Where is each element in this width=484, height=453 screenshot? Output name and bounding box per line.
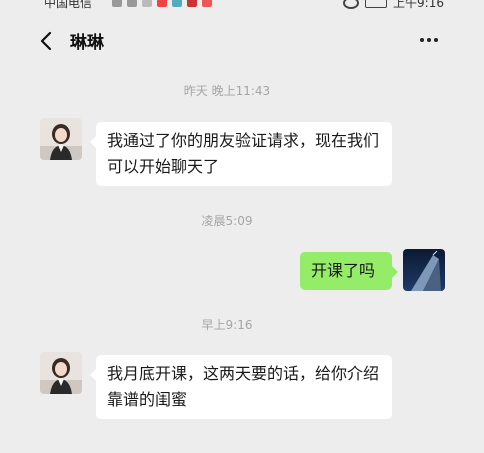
chat-header: 琳琳: [0, 10, 484, 66]
wifi-icon: [127, 0, 137, 7]
timestamp: 昨天 晚上11:43: [183, 84, 271, 98]
carrier-label: 中国电信: [44, 0, 93, 10]
status-icons: [112, 0, 212, 7]
my-avatar[interactable]: [403, 249, 445, 291]
avatar-photo-icon: [40, 118, 82, 160]
avatar[interactable]: [40, 118, 82, 160]
battery-icon: [365, 0, 388, 8]
avatar-photo-icon: [40, 352, 82, 394]
message-bubble-incoming[interactable]: 我月底开课，这两天要的话，给你介绍靠谱的闺蜜: [90, 355, 392, 419]
app-icon: [187, 0, 197, 7]
timestamp: 凌晨5:09: [201, 214, 253, 228]
app-icon: [202, 0, 212, 7]
message-bubble-outgoing[interactable]: 开课了吗: [300, 252, 398, 290]
status-bar: 中国电信 上午9:16: [0, 0, 484, 10]
signal-icon: [112, 0, 122, 7]
app-icon: [172, 0, 182, 7]
chat-title: 琳琳: [70, 33, 104, 53]
timestamp: 早上9:16: [201, 318, 253, 332]
chevron-left-icon[interactable]: [36, 30, 58, 52]
location-icon: [142, 0, 152, 7]
status-time: 上午9:16: [393, 0, 444, 10]
more-dots-icon[interactable]: [412, 28, 446, 52]
notification-icon: [157, 0, 167, 7]
status-right: 上午9:16: [343, 0, 444, 10]
eye-icon: [343, 0, 360, 9]
avatar-building-icon: [403, 249, 445, 291]
avatar[interactable]: [40, 352, 82, 394]
message-bubble-incoming[interactable]: 我通过了你的朋友验证请求，现在我们可以开始聊天了: [90, 122, 392, 186]
